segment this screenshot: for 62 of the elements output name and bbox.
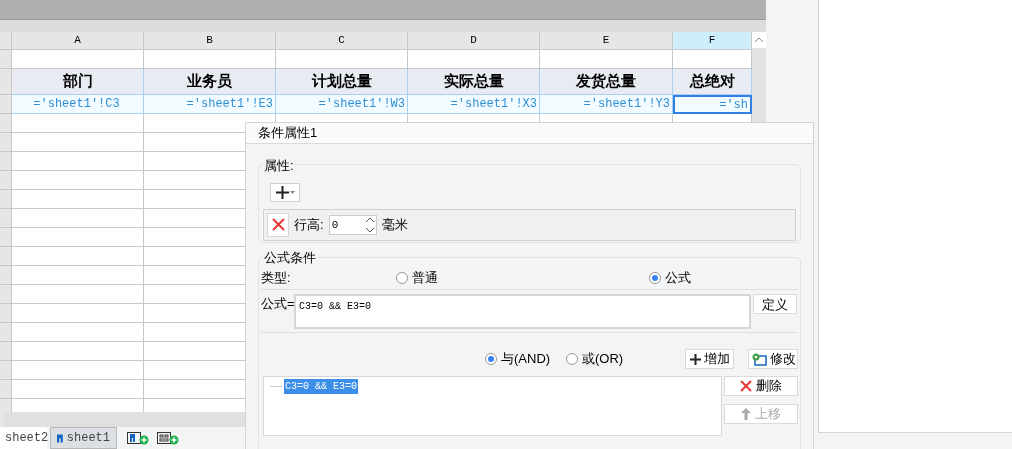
row-header[interactable] (0, 228, 12, 247)
column-header[interactable]: C (276, 32, 408, 50)
dialog-title: 条件属性1 (258, 124, 318, 142)
formula-field[interactable]: C3=0 && E3=0 (294, 293, 751, 329)
add-button[interactable]: 增加 (685, 349, 734, 369)
table-cell: 发货总量 (540, 69, 673, 95)
radio-button[interactable]: 公式 (649, 268, 691, 288)
sheet-tab[interactable]: sheet2 (0, 427, 47, 449)
row-header[interactable] (0, 50, 12, 69)
scroll-up-icon[interactable] (752, 32, 766, 48)
row-header[interactable] (0, 304, 12, 323)
sheet-tab[interactable]: sheet1 (50, 427, 117, 449)
add-sheet-icon[interactable] (127, 431, 149, 445)
row-header[interactable] (0, 209, 12, 228)
table-cell: 计划总量 (276, 69, 408, 95)
plus-icon (689, 353, 701, 365)
column-header[interactable]: F (673, 32, 752, 50)
row-header[interactable] (0, 114, 12, 133)
row-header[interactable] (0, 266, 12, 285)
column-header[interactable]: D (408, 32, 540, 50)
row-header[interactable] (0, 342, 12, 361)
row-height-label: 行高: (294, 215, 324, 234)
table-cell: 总绝对 (673, 69, 752, 95)
type-label: 类型: (261, 269, 292, 288)
row-header[interactable] (0, 361, 12, 380)
close-icon (271, 218, 285, 231)
sheet-icon (57, 432, 63, 444)
row-header[interactable] (0, 285, 12, 304)
radio-button[interactable]: 普通 (396, 268, 649, 288)
formula-label: 公式= (261, 294, 294, 313)
add-layout-icon[interactable] (157, 431, 179, 445)
row-header[interactable] (0, 133, 12, 152)
define-button[interactable]: 定义 (753, 293, 797, 314)
row-header[interactable] (0, 69, 12, 95)
add-property-button[interactable] (270, 182, 300, 202)
column-header[interactable]: E (540, 32, 673, 50)
gear-document-icon (750, 352, 767, 366)
remove-button[interactable] (267, 212, 289, 237)
row-header[interactable] (0, 247, 12, 266)
column-header[interactable]: A (12, 32, 144, 50)
row-header[interactable] (0, 152, 12, 171)
caret-icon (289, 190, 295, 194)
table-cell: 业务员 (144, 69, 276, 95)
row-header[interactable] (0, 171, 12, 190)
spin-arrows-icon (363, 215, 376, 234)
select-all-corner[interactable] (0, 32, 12, 50)
unit-label: 毫米 (381, 215, 408, 234)
close-icon (740, 379, 752, 392)
row-header[interactable] (0, 95, 12, 114)
plus-icon (275, 185, 289, 199)
column-header[interactable]: B (144, 32, 276, 50)
table-cell: 部门 (12, 69, 144, 95)
edit-button[interactable]: 修改 (748, 349, 798, 369)
row-height-spinner[interactable]: 0 (328, 214, 377, 235)
row-header[interactable] (0, 380, 12, 399)
table-cell: 实际总量 (408, 69, 540, 95)
radio-button[interactable]: 与(AND) (485, 349, 566, 369)
row-header[interactable] (0, 323, 12, 342)
delete-button[interactable]: 删除 (724, 375, 798, 396)
row-header[interactable] (0, 190, 12, 209)
radio-button[interactable]: 或(OR) (566, 349, 624, 369)
arrow-up-icon (741, 407, 751, 420)
